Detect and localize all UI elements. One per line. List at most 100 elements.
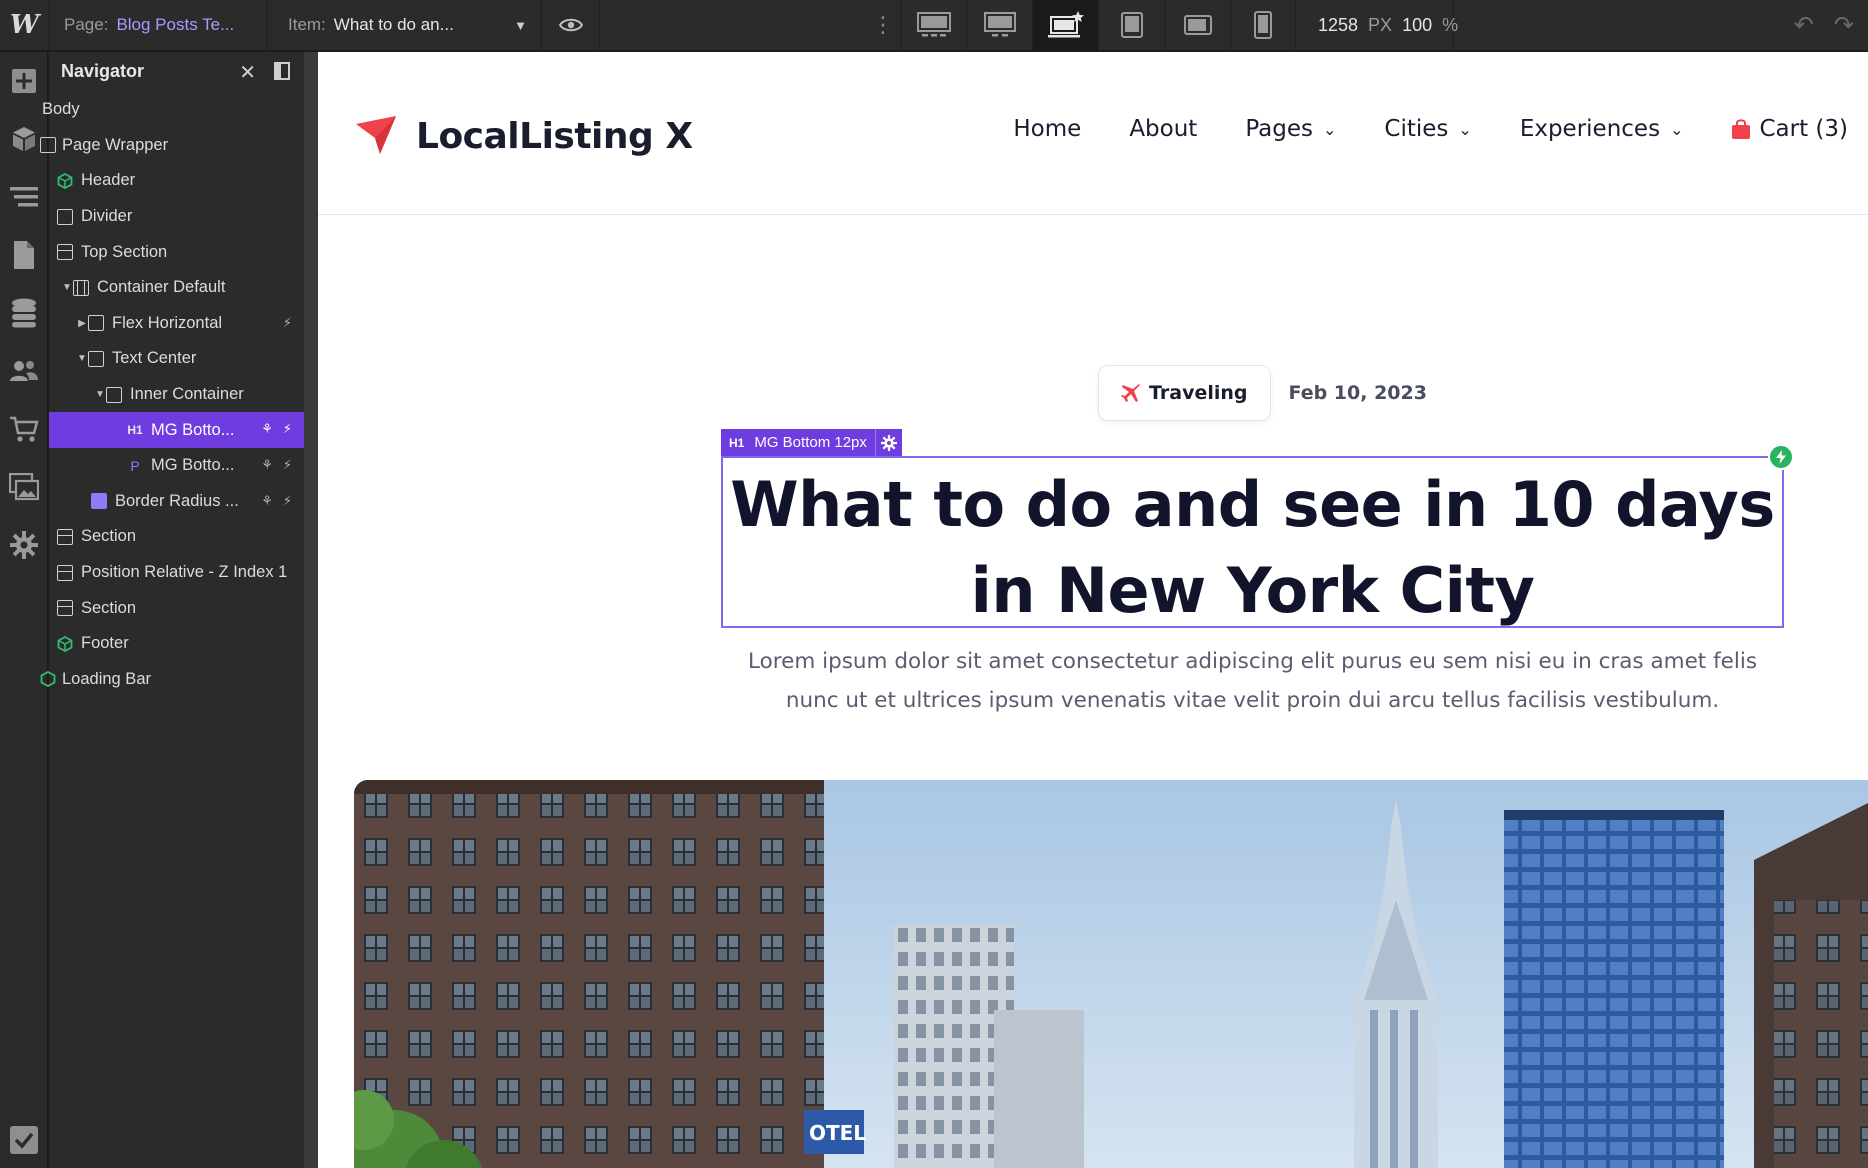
tree-item-text-center[interactable]: ▼ Text Center: [49, 341, 304, 377]
item-selector[interactable]: Item: What to do an... ▼: [268, 0, 542, 51]
tree-item-label: Section: [81, 598, 137, 617]
element-selection-label[interactable]: H1 MG Bottom 12px: [721, 429, 902, 456]
add-panel-button[interactable]: [0, 52, 48, 110]
item-selector-label: Item:: [288, 15, 326, 34]
redo-icon[interactable]: ↷: [1834, 11, 1854, 40]
breakpoint-1440[interactable]: [966, 0, 1032, 51]
tree-item-page-wrapper[interactable]: Page Wrapper: [40, 128, 304, 164]
div-block-icon: [40, 137, 56, 154]
settings-panel-button[interactable]: [0, 516, 48, 574]
tree-item-container-default[interactable]: ▼ Container Default: [49, 270, 304, 306]
tree-item-label: Inner Container: [130, 385, 244, 404]
container-icon: [73, 279, 89, 296]
tree-item-label: Body: [42, 100, 80, 119]
page-selector-value: Blog Posts Te...: [116, 15, 235, 34]
preview-button[interactable]: [542, 0, 600, 51]
audit-panel-button[interactable]: [0, 1126, 48, 1154]
tree-item-divider[interactable]: Divider: [49, 199, 304, 235]
tree-item-border-radius[interactable]: Border Radius ... ⚘ ⚡: [49, 484, 304, 520]
history-controls: ↶ ↷: [1794, 0, 1854, 51]
tree-item-footer[interactable]: Footer: [49, 626, 304, 662]
caret-down-icon[interactable]: ▼: [61, 282, 73, 293]
tree-item-loading-bar[interactable]: Loading Bar: [40, 662, 304, 698]
more-options-button[interactable]: ⋮: [870, 0, 896, 51]
desktop-large-icon: [916, 12, 951, 37]
design-canvas[interactable]: LocalListing X Home About Pages ⌄ Cities ⌄…: [318, 52, 1868, 1168]
breakpoint-1920[interactable]: [900, 0, 966, 51]
assets-panel-button[interactable]: [0, 458, 48, 516]
tree-item-inner-container[interactable]: ▼ Inner Container: [49, 377, 304, 413]
hero-image-nyc[interactable]: OTEL: [354, 780, 1868, 1168]
tree-item-top-section[interactable]: Top Section: [49, 234, 304, 270]
chevron-down-icon: ⌄: [1458, 119, 1472, 139]
post-meta: Traveling Feb 10, 2023: [1098, 365, 1427, 421]
component-icon: [40, 671, 56, 688]
image-icon: [91, 493, 107, 510]
cms-panel-button[interactable]: [0, 284, 48, 342]
w-icon: W: [9, 10, 40, 40]
tree-item-body[interactable]: Body: [42, 92, 304, 128]
post-date: Feb 10, 2023: [1288, 382, 1427, 404]
page-selector[interactable]: Page: Blog Posts Te...: [50, 0, 268, 51]
width-value: 1258: [1318, 14, 1359, 35]
tree-item-label: MG Botto...: [151, 456, 235, 475]
tree-item-section[interactable]: Section: [49, 519, 304, 555]
plane-logo-icon: [356, 116, 396, 154]
tree-item-position-relative[interactable]: Position Relative - Z Index 1: [49, 555, 304, 591]
nav-dropdown-label: Pages: [1245, 116, 1313, 142]
site-header[interactable]: LocalListing X Home About Pages ⌄ Cities ⌄…: [318, 52, 1868, 215]
tree-item-heading-selected[interactable]: H1 MG Botto... ⚘ ⚡: [49, 412, 304, 448]
tree-item-label: Footer: [81, 634, 129, 653]
ecommerce-panel-button[interactable]: [0, 400, 48, 458]
navigator-panel-button[interactable]: [0, 168, 48, 226]
post-lead-paragraph[interactable]: Lorem ipsum dolor sit amet consectetur a…: [721, 642, 1784, 720]
width-unit: PX: [1368, 14, 1393, 35]
tree-item-section-2[interactable]: Section: [49, 590, 304, 626]
tree-item-flex-horizontal[interactable]: ▶ Flex Horizontal ⚡: [49, 306, 304, 342]
tree-item-label: Header: [81, 171, 136, 190]
add-icon: [12, 69, 36, 93]
tree-item-label: Flex Horizontal: [112, 313, 223, 332]
svg-text:OTEL: OTEL: [809, 1121, 866, 1145]
post-heading[interactable]: What to do and see in 10 days in New Yor…: [721, 462, 1784, 634]
section-icon: [57, 564, 73, 581]
element-settings-button[interactable]: [874, 429, 902, 456]
breakpoint-base[interactable]: [1032, 0, 1098, 51]
caret-down-icon[interactable]: ▼: [94, 389, 106, 400]
category-tag[interactable]: Traveling: [1098, 365, 1271, 421]
tree-item-label: Page Wrapper: [62, 135, 169, 154]
webflow-logo[interactable]: W: [0, 0, 50, 51]
nav-dropdown-pages[interactable]: Pages ⌄: [1245, 116, 1336, 142]
nav-dropdown-cities[interactable]: Cities ⌄: [1384, 116, 1471, 142]
chevron-down-icon: ⌄: [1670, 119, 1684, 139]
tree-item-header[interactable]: Header: [49, 163, 304, 199]
breakpoint-switcher: [900, 0, 1296, 51]
nav-dropdown-experiences[interactable]: Experiences ⌄: [1520, 116, 1684, 142]
caret-right-icon[interactable]: ▶: [76, 318, 88, 329]
nav-link-about[interactable]: About: [1129, 116, 1197, 142]
tree-item-paragraph[interactable]: P MG Botto... ⚘ ⚡: [49, 448, 304, 484]
tree-item-label: Container Default: [97, 278, 226, 297]
pages-panel-button[interactable]: [0, 226, 48, 284]
panel-divider[interactable]: [304, 52, 318, 1168]
caret-down-icon[interactable]: ▼: [76, 353, 88, 364]
dock-panel-icon[interactable]: [274, 62, 290, 80]
selection-class-name: MG Bottom 12px: [754, 434, 867, 451]
div-block-icon: [106, 386, 122, 403]
site-logo[interactable]: LocalListing X: [354, 114, 693, 158]
div-block-icon: [88, 350, 104, 367]
users-panel-button[interactable]: [0, 342, 48, 400]
undo-icon[interactable]: ↶: [1794, 11, 1814, 40]
breakpoint-portrait[interactable]: [1230, 0, 1296, 51]
breakpoint-landscape[interactable]: [1164, 0, 1230, 51]
tree-item-label: Loading Bar: [62, 669, 151, 688]
category-label: Traveling: [1149, 382, 1248, 404]
collapse-all-icon[interactable]: ✕: [239, 60, 256, 85]
chevron-down-icon: ⌄: [1323, 119, 1337, 139]
top-toolbar: W Page: Blog Posts Te... Item: What to d…: [0, 0, 1868, 51]
cart-button[interactable]: Cart (3): [1731, 116, 1848, 142]
interaction-badge[interactable]: [1768, 444, 1794, 470]
breakpoint-tablet[interactable]: [1098, 0, 1164, 51]
nav-link-home[interactable]: Home: [1013, 116, 1081, 142]
phone-landscape-icon: [1183, 15, 1212, 35]
